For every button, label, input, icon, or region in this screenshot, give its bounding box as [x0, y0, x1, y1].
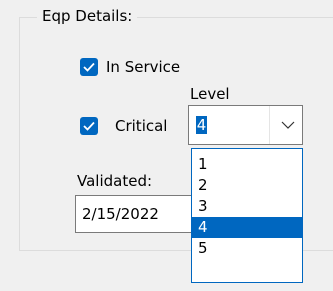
validated-label: Validated:	[77, 172, 153, 190]
level-option[interactable]: 2	[192, 175, 302, 196]
level-option[interactable]: 5	[192, 238, 302, 259]
level-label: Level	[190, 85, 230, 103]
check-icon	[83, 121, 95, 131]
level-dropdown-list[interactable]: 1 2 3 4 5	[191, 148, 303, 283]
level-option-selected[interactable]: 4	[192, 217, 302, 238]
check-icon	[83, 62, 95, 72]
level-selected-value: 4	[196, 116, 207, 134]
level-option[interactable]: 3	[192, 196, 302, 217]
validated-date-value: 2/15/2022	[82, 205, 159, 223]
level-combobox[interactable]: 4	[188, 105, 303, 145]
critical-label[interactable]: Critical	[115, 116, 167, 136]
validated-date-field[interactable]: 2/15/2022	[75, 195, 191, 233]
in-service-checkbox[interactable]	[80, 58, 98, 76]
level-option[interactable]: 1	[192, 154, 302, 175]
critical-checkbox[interactable]	[80, 117, 98, 135]
combo-separator	[269, 106, 270, 144]
in-service-label[interactable]: In Service	[106, 57, 180, 77]
eqp-details-title: Eqp Details:	[37, 6, 138, 26]
chevron-down-icon[interactable]	[281, 120, 295, 130]
